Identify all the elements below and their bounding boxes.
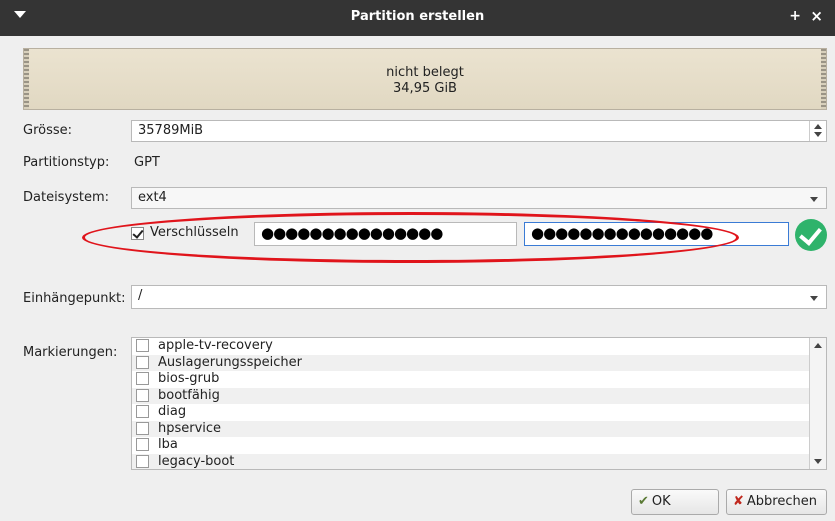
list-item[interactable]: legacy-boot bbox=[132, 453, 826, 469]
close-icon[interactable]: × bbox=[810, 7, 823, 25]
vertical-scrollbar[interactable] bbox=[809, 338, 826, 469]
cancel-x-icon: ✘ bbox=[733, 494, 744, 509]
filesystem-value: ext4 bbox=[138, 190, 167, 205]
flag-label: Auslagerungsspeicher bbox=[158, 354, 302, 370]
encrypt-checkbox[interactable] bbox=[131, 227, 144, 240]
flag-checkbox[interactable] bbox=[136, 388, 149, 402]
chevron-down-icon bbox=[810, 197, 818, 202]
spin-buttons[interactable] bbox=[809, 121, 826, 141]
chevron-down-icon[interactable] bbox=[810, 296, 818, 301]
partition-visual[interactable]: nicht belegt 34,95 GiB bbox=[23, 48, 827, 110]
scroll-up-icon[interactable] bbox=[814, 343, 822, 348]
flag-checkbox[interactable] bbox=[136, 405, 149, 418]
cancel-label: Abbrechen bbox=[746, 494, 817, 509]
list-item[interactable]: diag bbox=[132, 404, 826, 421]
list-item[interactable]: apple-tv-recovery bbox=[132, 338, 826, 355]
encrypt-label[interactable]: Verschlüsseln bbox=[150, 225, 239, 240]
flag-label: diag bbox=[158, 404, 187, 419]
mountpoint-combo[interactable]: / bbox=[131, 285, 827, 309]
password-confirm-field[interactable]: ●●●●●●●●●●●●●●● bbox=[524, 222, 789, 246]
flag-checkbox[interactable] bbox=[136, 355, 149, 369]
mountpoint-value: / bbox=[138, 288, 143, 303]
list-item[interactable]: lba bbox=[132, 437, 826, 454]
flag-label: apple-tv-recovery bbox=[158, 338, 273, 353]
scroll-down-icon[interactable] bbox=[814, 459, 822, 464]
filesystem-combo[interactable]: ext4 bbox=[131, 187, 827, 209]
check-circle-icon bbox=[795, 219, 827, 251]
filesystem-label: Dateisystem: bbox=[23, 190, 110, 205]
spin-down-icon[interactable] bbox=[814, 132, 822, 137]
flag-label: hpservice bbox=[158, 420, 222, 436]
flags-label: Markierungen: bbox=[23, 345, 118, 360]
list-item[interactable]: hpservice bbox=[132, 420, 826, 437]
resize-handle-right[interactable] bbox=[821, 49, 826, 109]
flags-list[interactable]: apple-tv-recovery Auslagerungsspeicher b… bbox=[131, 337, 827, 470]
list-item[interactable]: Auslagerungsspeicher bbox=[132, 354, 826, 371]
partition-status: nicht belegt bbox=[386, 65, 464, 80]
partition-type-label: Partitionstyp: bbox=[23, 155, 110, 170]
cancel-button[interactable]: ✘ Abbrechen bbox=[726, 489, 827, 515]
partition-type-value: GPT bbox=[134, 155, 160, 170]
password-field[interactable]: ●●●●●●●●●●●●●●● bbox=[254, 222, 517, 246]
flag-checkbox[interactable] bbox=[136, 438, 149, 451]
flag-checkbox[interactable] bbox=[136, 372, 149, 385]
list-item[interactable]: bios-grub bbox=[132, 371, 826, 388]
ok-check-icon: ✔ bbox=[638, 494, 649, 509]
ok-label: OK bbox=[651, 494, 671, 509]
partition-size: 34,95 GiB bbox=[393, 81, 457, 96]
flag-checkbox[interactable] bbox=[136, 421, 149, 435]
size-spinbox[interactable]: 35789MiB bbox=[131, 120, 827, 142]
flag-label: bios-grub bbox=[158, 371, 220, 386]
mountpoint-label: Einhängepunkt: bbox=[23, 291, 126, 306]
keep-above-icon[interactable]: + bbox=[789, 8, 801, 24]
spin-up-icon[interactable] bbox=[814, 124, 822, 129]
flag-label: lba bbox=[158, 437, 178, 452]
size-label: Grösse: bbox=[23, 123, 73, 138]
flag-label: legacy-boot bbox=[158, 453, 235, 469]
size-value: 35789MiB bbox=[138, 123, 204, 138]
list-item[interactable]: bootfähig bbox=[132, 387, 826, 404]
ok-button[interactable]: ✔ OK bbox=[631, 489, 719, 515]
flag-checkbox[interactable] bbox=[136, 339, 149, 352]
flag-checkbox[interactable] bbox=[136, 454, 149, 468]
title-bar: Partition erstellen + × bbox=[0, 0, 835, 36]
flag-label: bootfähig bbox=[158, 387, 220, 403]
window-title: Partition erstellen bbox=[350, 9, 485, 24]
